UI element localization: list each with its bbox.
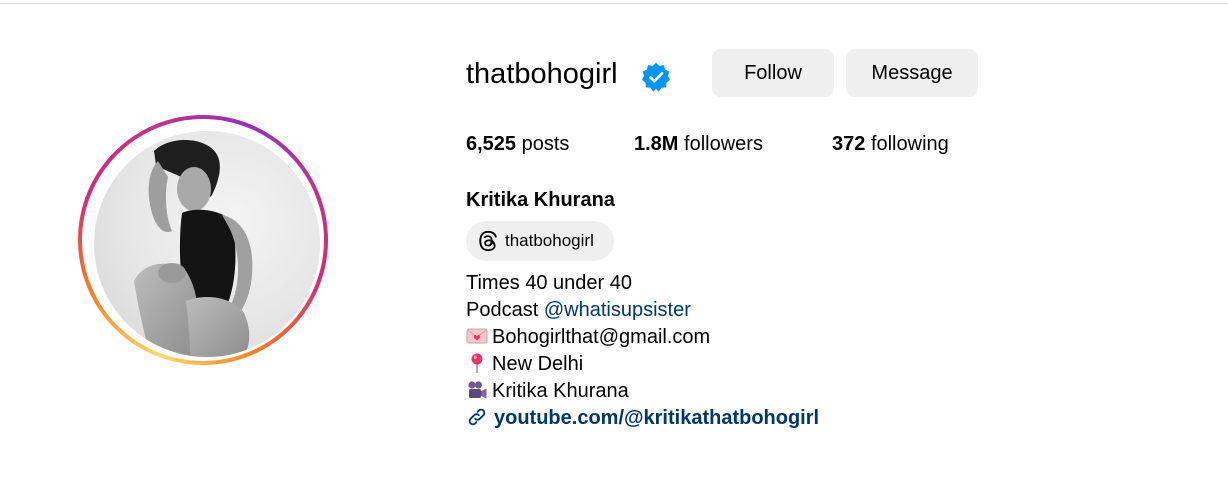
profile-full-name: Kritika Khurana <box>466 189 615 211</box>
avatar[interactable] <box>94 131 320 357</box>
stat-posts-label: posts <box>521 133 570 155</box>
pushpin-icon <box>471 353 483 373</box>
stat-followers-value: 1.8M <box>634 133 679 155</box>
verified-badge-icon <box>641 62 671 92</box>
bio-email-text: Bohogirlthat@gmail.com <box>492 326 711 348</box>
bio-line-name: Kritika Khurana <box>466 378 629 405</box>
stat-posts: 6,525 posts <box>466 131 569 157</box>
threads-badge-link[interactable]: thatbohogirl <box>466 221 614 261</box>
top-divider <box>0 3 1228 4</box>
profile-username: thatbohogirl <box>466 58 618 90</box>
stat-posts-value: 6,525 <box>466 133 517 155</box>
avatar-ring-gap <box>82 119 324 361</box>
bio-line-link[interactable]: youtube.com/@kritikathatbohogirl <box>466 405 819 432</box>
stat-following-label: following <box>870 133 949 155</box>
bio-line-location: New Delhi <box>466 351 583 378</box>
bio-line-title: Times 40 under 40 <box>466 272 633 294</box>
stat-following-value: 372 <box>832 133 866 155</box>
bio-name-text: Kritika Khurana <box>492 380 629 402</box>
bio-external-link[interactable]: youtube.com/@kritikathatbohogirl <box>494 407 819 429</box>
link-icon <box>468 408 486 426</box>
stat-following[interactable]: 372 following <box>832 131 949 157</box>
movie-camera-icon <box>468 381 487 399</box>
follow-button[interactable]: Follow <box>712 49 834 97</box>
bio-location-text: New Delhi <box>492 353 584 375</box>
bio-podcast-mention-link[interactable]: @whatisupsister <box>544 299 691 321</box>
bio-podcast-prefix: Podcast <box>466 299 544 321</box>
threads-icon <box>479 230 497 252</box>
stat-followers-label: followers <box>684 133 763 155</box>
stat-followers[interactable]: 1.8M followers <box>634 131 763 157</box>
bio-line-email: Bohogirlthat@gmail.com <box>466 324 710 351</box>
avatar-story-ring[interactable] <box>78 115 328 365</box>
avatar-photo-graphic <box>134 139 253 357</box>
bio-line-podcast: Podcast @whatisupsister <box>466 297 691 324</box>
message-button[interactable]: Message <box>846 49 978 97</box>
threads-handle: thatbohogirl <box>505 231 594 250</box>
love-letter-icon <box>466 328 488 344</box>
